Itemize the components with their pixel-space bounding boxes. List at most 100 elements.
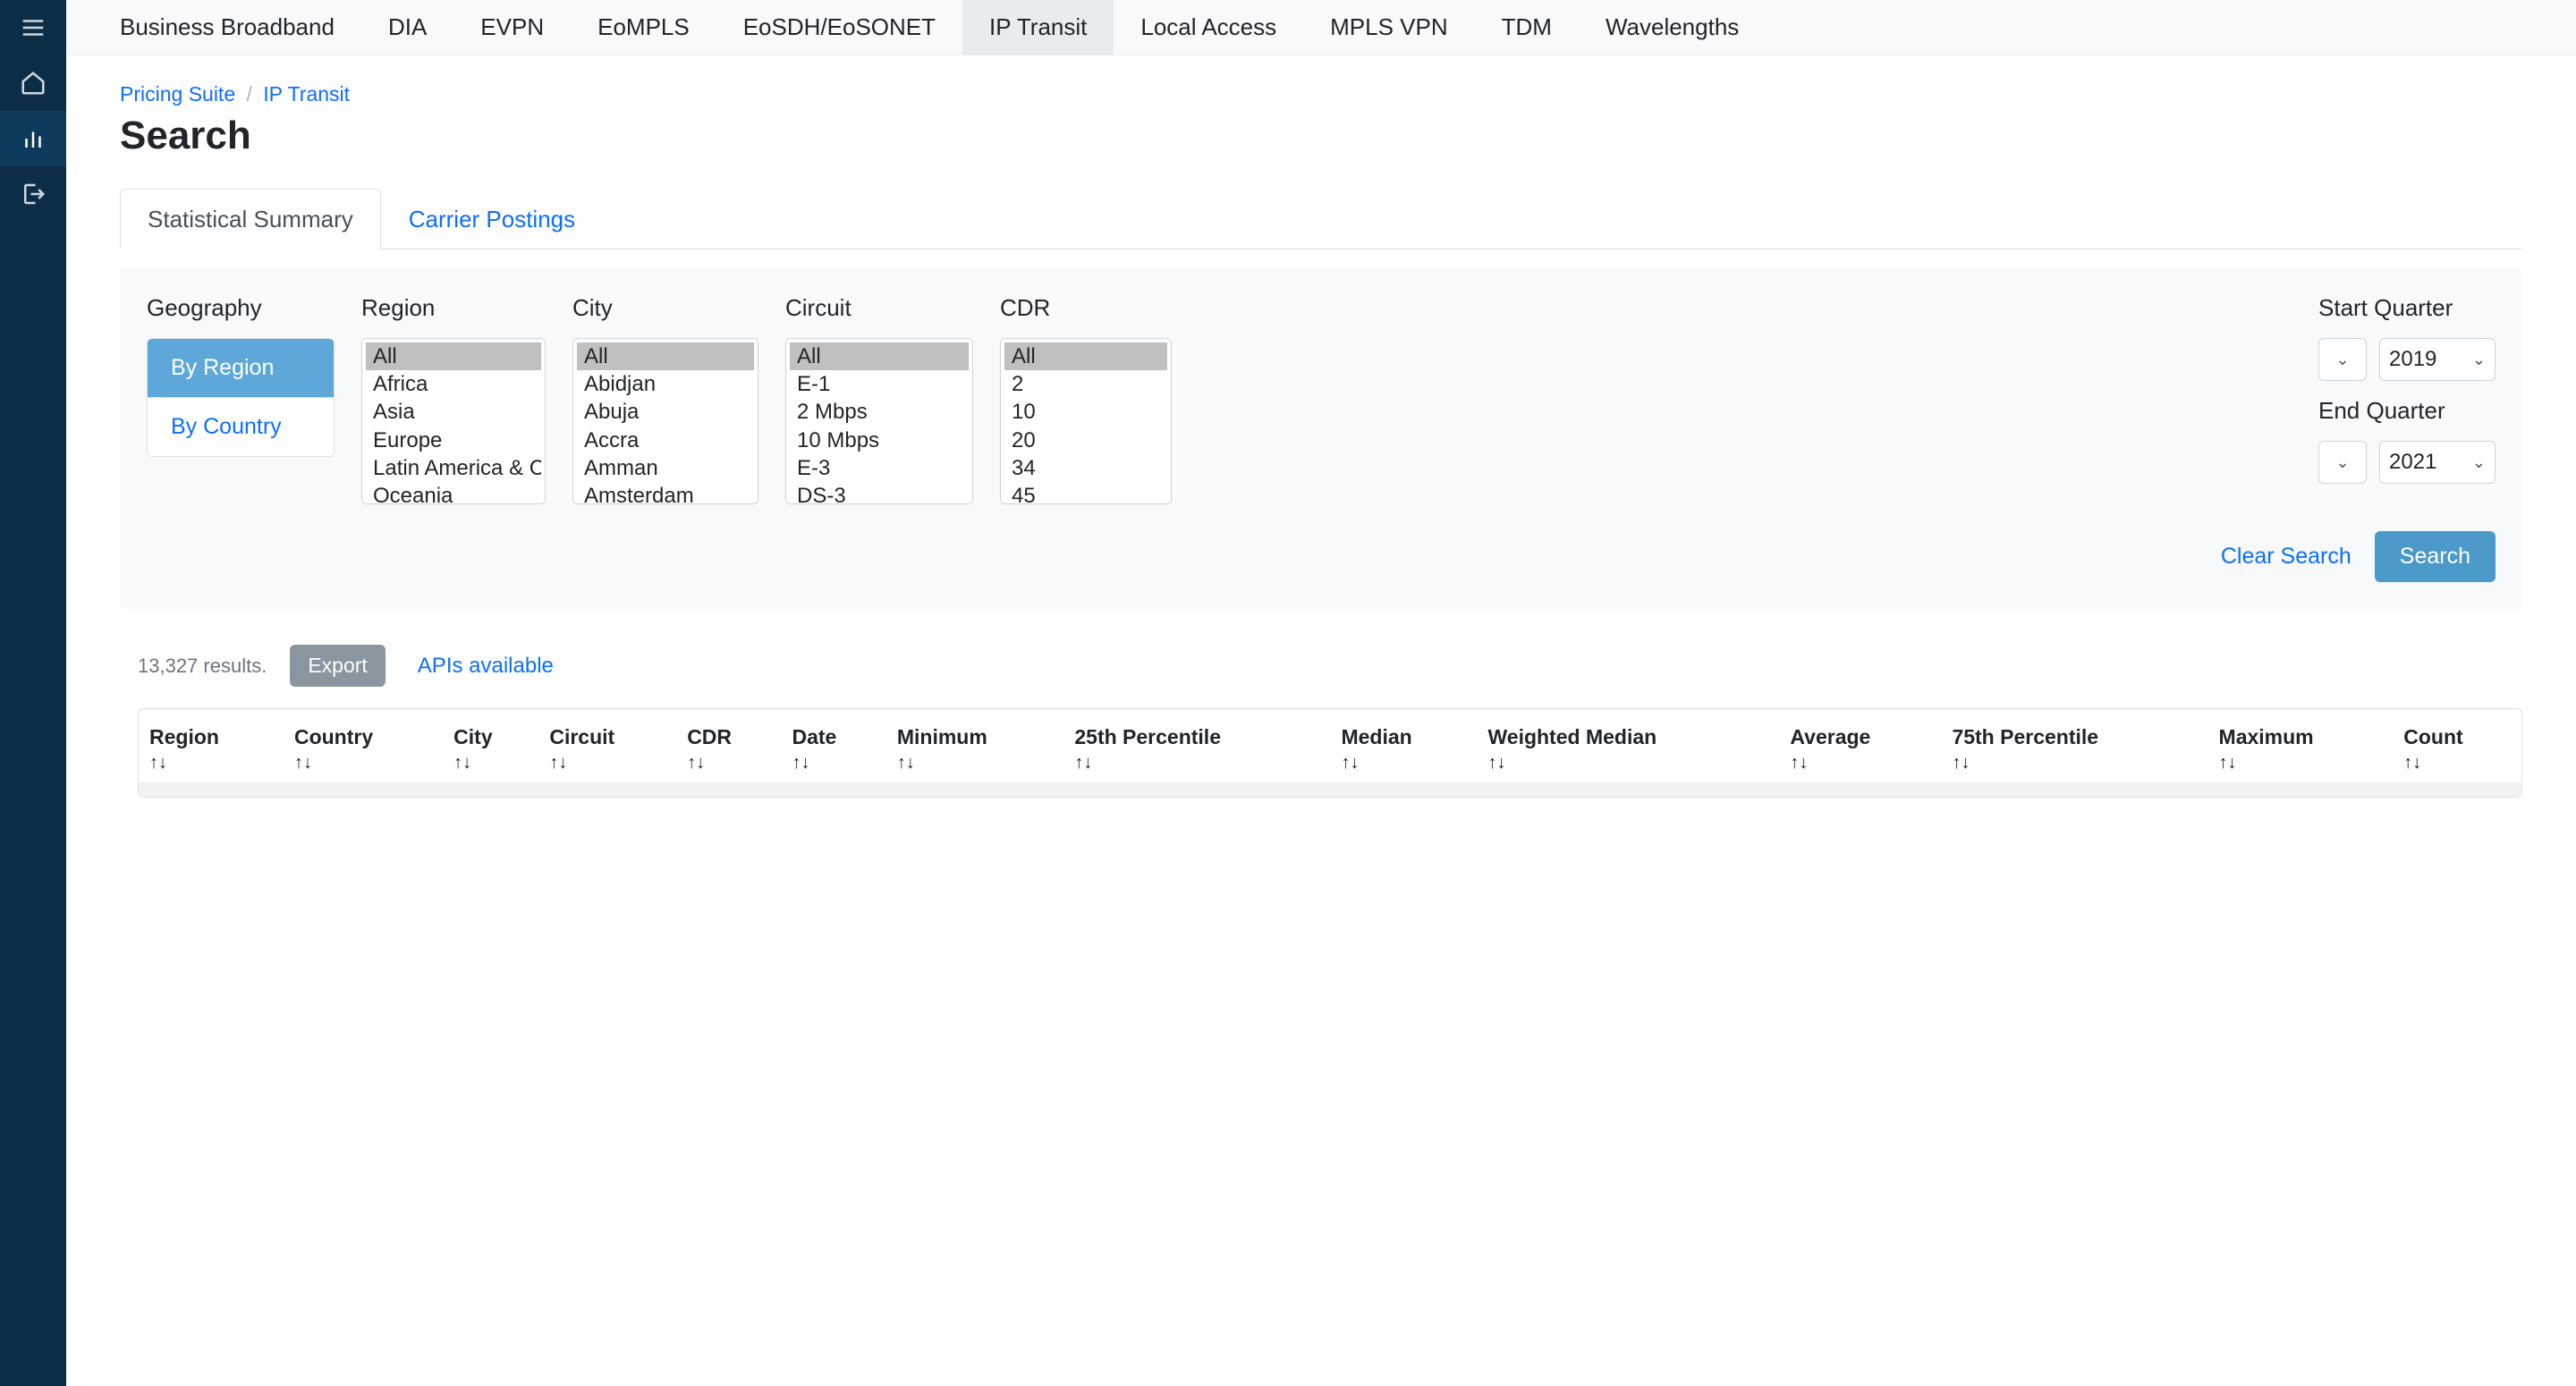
col-75th-percentile[interactable]: 75th Percentile↑↓ <box>1941 709 2207 782</box>
cdr-option[interactable]: 10 <box>1004 398 1167 426</box>
end-quarter-select[interactable]: ⌄ <box>2318 441 2367 484</box>
sort-icon[interactable]: ↑↓ <box>453 753 528 773</box>
tab-wavelengths[interactable]: Wavelengths <box>1606 0 1739 55</box>
sort-icon[interactable]: ↑↓ <box>1074 753 1319 773</box>
city-option[interactable]: Accra <box>577 427 754 454</box>
city-listbox[interactable]: All Abidjan Abuja Accra Amman Amsterdam … <box>572 338 758 504</box>
region-option[interactable]: Europe <box>366 427 541 454</box>
nav-analytics[interactable] <box>0 111 66 166</box>
circuit-option[interactable]: DS-3 <box>790 482 969 504</box>
sort-icon[interactable]: ↑↓ <box>792 753 876 773</box>
region-option[interactable]: Latin America & Carib <box>366 454 541 482</box>
clear-search-link[interactable]: Clear Search <box>2221 544 2351 570</box>
circuit-listbox[interactable]: All E-1 2 Mbps 10 Mbps E-3 DS-3 FastE ST… <box>785 338 973 504</box>
circuit-option[interactable]: E-3 <box>790 454 969 482</box>
city-option[interactable]: Amman <box>577 454 754 482</box>
apis-available-link[interactable]: APIs available <box>418 654 554 679</box>
sort-icon[interactable]: ↑↓ <box>2403 753 2511 773</box>
col-date[interactable]: Date↑↓ <box>782 709 886 782</box>
circuit-option[interactable]: E-1 <box>790 370 969 398</box>
table-header-row: Region↑↓ Country↑↓ City↑↓ Circuit↑↓ CDR↑… <box>139 709 2521 782</box>
view-tabs: Statistical Summary Carrier Postings <box>120 189 2522 249</box>
sort-icon[interactable]: ↑↓ <box>1952 753 2197 773</box>
tab-statistical-summary[interactable]: Statistical Summary <box>120 189 381 249</box>
breadcrumb-root[interactable]: Pricing Suite <box>120 82 235 106</box>
geography-label: Geography <box>147 294 335 322</box>
tab-eosdh-eosonet[interactable]: EoSDH/EoSONET <box>743 0 936 55</box>
results-table: Region↑↓ Country↑↓ City↑↓ Circuit↑↓ CDR↑… <box>139 709 2521 797</box>
col-weighted-median[interactable]: Weighted Median↑↓ <box>1477 709 1779 782</box>
cdr-option[interactable]: All <box>1004 342 1167 370</box>
city-option[interactable]: All <box>577 342 754 370</box>
end-quarter-label: End Quarter <box>2318 397 2496 425</box>
sort-icon[interactable]: ↑↓ <box>149 753 273 773</box>
cdr-option[interactable]: 34 <box>1004 454 1167 482</box>
col-average[interactable]: Average↑↓ <box>1779 709 1941 782</box>
col-minimum[interactable]: Minimum↑↓ <box>886 709 1064 782</box>
circuit-label: Circuit <box>785 294 973 322</box>
cdr-listbox[interactable]: All 2 10 20 34 45 50 100 <box>1000 338 1172 504</box>
by-region-button[interactable]: By Region <box>148 339 334 398</box>
tab-evpn[interactable]: EVPN <box>480 0 544 55</box>
sort-icon[interactable]: ↑↓ <box>1487 753 1768 773</box>
tab-business-broadband[interactable]: Business Broadband <box>120 0 335 55</box>
end-year-select[interactable]: 2021⌄ <box>2379 441 2496 484</box>
sort-icon[interactable]: ↑↓ <box>1790 753 1930 773</box>
col-cdr[interactable]: CDR↑↓ <box>676 709 781 782</box>
sort-icon[interactable]: ↑↓ <box>1341 753 1466 773</box>
col-maximum[interactable]: Maximum↑↓ <box>2208 709 2394 782</box>
tab-mpls-vpn[interactable]: MPLS VPN <box>1330 0 1448 55</box>
region-option[interactable]: All <box>366 342 541 370</box>
chevron-down-icon: ⌄ <box>2472 453 2486 472</box>
tab-ip-transit[interactable]: IP Transit <box>962 0 1114 55</box>
region-label: Region <box>361 294 546 322</box>
tab-local-access[interactable]: Local Access <box>1140 0 1276 55</box>
nav-logout[interactable] <box>0 166 66 222</box>
breadcrumb-leaf[interactable]: IP Transit <box>263 82 350 106</box>
sort-icon[interactable]: ↑↓ <box>549 753 665 773</box>
start-quarter-select[interactable]: ⌄ <box>2318 338 2367 381</box>
circuit-option[interactable]: 10 Mbps <box>790 427 969 454</box>
nav-home[interactable] <box>0 55 66 111</box>
col-region[interactable]: Region↑↓ <box>139 709 284 782</box>
by-country-button[interactable]: By Country <box>148 398 334 456</box>
sort-icon[interactable]: ↑↓ <box>897 753 1054 773</box>
region-option[interactable]: Asia <box>366 398 541 426</box>
sort-icon[interactable]: ↑↓ <box>687 753 770 773</box>
product-tabs: Business Broadband DIA EVPN EoMPLS EoSDH… <box>66 0 2576 55</box>
sort-icon[interactable]: ↑↓ <box>294 753 432 773</box>
city-label: City <box>572 294 758 322</box>
city-option[interactable]: Amsterdam <box>577 482 754 504</box>
circuit-option[interactable]: All <box>790 342 969 370</box>
col-median[interactable]: Median↑↓ <box>1330 709 1477 782</box>
geography-toggle-group: By Region By Country <box>147 338 335 457</box>
logout-icon <box>20 181 47 207</box>
col-country[interactable]: Country↑↓ <box>284 709 443 782</box>
menu-toggle[interactable] <box>0 0 66 55</box>
city-option[interactable]: Abidjan <box>577 370 754 398</box>
col-count[interactable]: Count↑↓ <box>2393 709 2521 782</box>
tab-dia[interactable]: DIA <box>388 0 427 55</box>
tab-eompls[interactable]: EoMPLS <box>597 0 690 55</box>
region-option[interactable]: Africa <box>366 370 541 398</box>
cdr-option[interactable]: 20 <box>1004 427 1167 454</box>
region-listbox[interactable]: All Africa Asia Europe Latin America & C… <box>361 338 546 504</box>
cdr-option[interactable]: 45 <box>1004 482 1167 504</box>
col-city[interactable]: City↑↓ <box>443 709 538 782</box>
export-button[interactable]: Export <box>290 645 385 687</box>
start-year-select[interactable]: 2019⌄ <box>2379 338 2496 381</box>
city-option[interactable]: Abuja <box>577 398 754 426</box>
tab-carrier-postings[interactable]: Carrier Postings <box>381 189 603 249</box>
sort-icon[interactable]: ↑↓ <box>2219 753 2383 773</box>
tab-tdm[interactable]: TDM <box>1502 0 1552 55</box>
page-title: Search <box>120 114 2522 158</box>
region-option[interactable]: Oceania <box>366 482 541 504</box>
col-25th-percentile[interactable]: 25th Percentile↑↓ <box>1063 709 1330 782</box>
cdr-filter: CDR All 2 10 20 34 45 50 100 <box>1000 294 1172 504</box>
search-button[interactable]: Search <box>2375 531 2496 582</box>
results-count: 13,327 results. <box>138 655 267 678</box>
sidebar <box>0 0 66 1386</box>
cdr-option[interactable]: 2 <box>1004 370 1167 398</box>
col-circuit[interactable]: Circuit↑↓ <box>538 709 676 782</box>
circuit-option[interactable]: 2 Mbps <box>790 398 969 426</box>
